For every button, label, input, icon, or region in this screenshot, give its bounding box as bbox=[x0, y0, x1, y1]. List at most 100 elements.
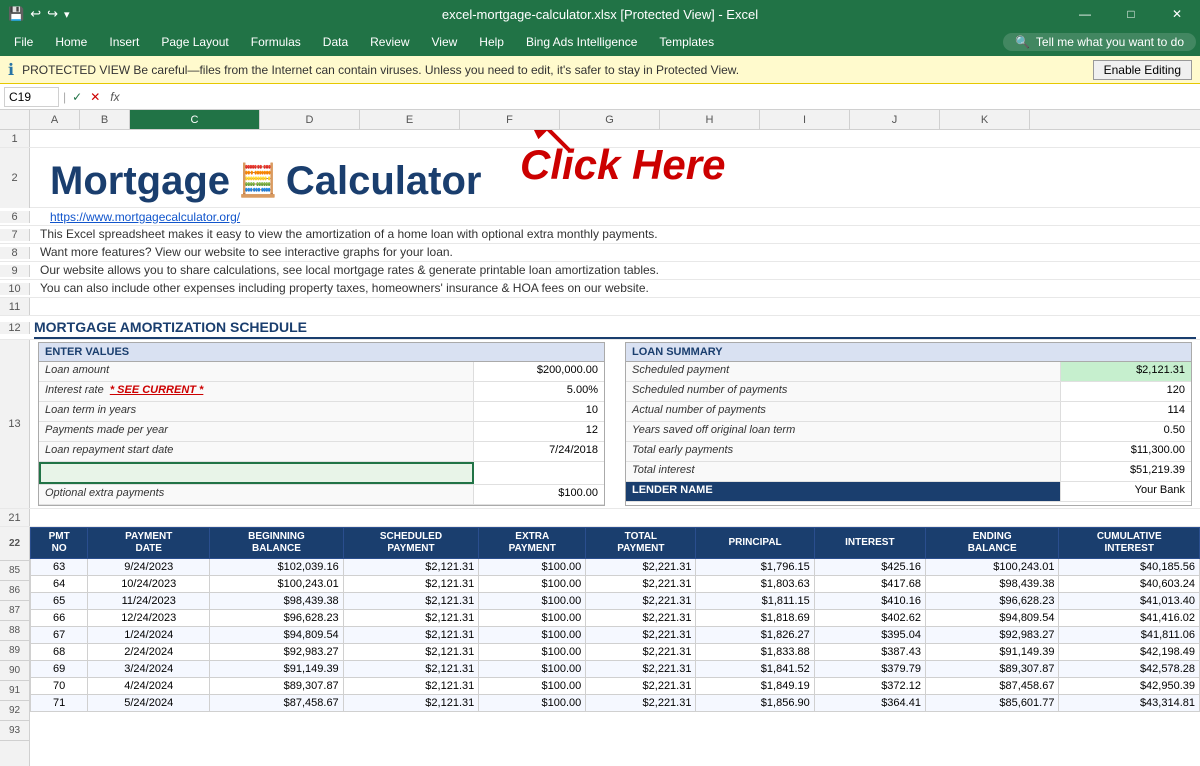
table-scroll-area[interactable]: PMTNO PAYMENTDATE BEGINNINGBALANCE SCHED… bbox=[30, 527, 1200, 766]
row-num-91: 91 bbox=[0, 681, 29, 701]
menu-file[interactable]: File bbox=[4, 31, 43, 53]
table-row: 639/24/2023$102,039.16$2,121.31$100.00$2… bbox=[31, 559, 1200, 576]
col-header-i[interactable]: I bbox=[760, 110, 850, 129]
menu-insert[interactable]: Insert bbox=[99, 31, 149, 53]
payments-per-year-value[interactable]: 12 bbox=[474, 422, 604, 441]
input-cell-c19[interactable] bbox=[39, 462, 474, 484]
desc-1: This Excel spreadsheet makes it easy to … bbox=[30, 227, 658, 241]
lender-label: LENDER NAME bbox=[626, 482, 1061, 501]
table-cell: $94,809.54 bbox=[210, 627, 344, 644]
th-ending-balance: ENDINGBALANCE bbox=[925, 528, 1059, 559]
scheduled-payment-label: Scheduled payment bbox=[626, 362, 1061, 381]
table-cell: $1,811.15 bbox=[696, 593, 814, 610]
col-header-d[interactable]: D bbox=[260, 110, 360, 129]
lender-value[interactable]: Your Bank bbox=[1061, 482, 1191, 501]
table-cell: $100.00 bbox=[479, 610, 586, 627]
menu-page-layout[interactable]: Page Layout bbox=[151, 31, 238, 53]
table-cell: $2,221.31 bbox=[586, 627, 696, 644]
row-12: 12 MORTGAGE AMORTIZATION SCHEDULE bbox=[0, 316, 1200, 340]
loan-summary-header: LOAN SUMMARY bbox=[626, 343, 1191, 362]
interest-rate-value[interactable]: 5.00% bbox=[474, 382, 604, 401]
table-cell: $1,796.15 bbox=[696, 559, 814, 576]
col-header-g[interactable]: G bbox=[560, 110, 660, 129]
col-header-e[interactable]: E bbox=[360, 110, 460, 129]
col-header-c[interactable]: C bbox=[130, 110, 260, 129]
table-cell: $40,603.24 bbox=[1059, 576, 1200, 593]
total-early-value: $11,300.00 bbox=[1061, 442, 1191, 461]
redo-icon[interactable]: ↪ bbox=[47, 6, 58, 22]
table-cell: $100.00 bbox=[479, 627, 586, 644]
table-cell: 9/24/2023 bbox=[88, 559, 210, 576]
loan-term-label: Loan term in years bbox=[39, 402, 474, 421]
maximize-button[interactable]: □ bbox=[1108, 0, 1154, 28]
table-cell: $2,121.31 bbox=[343, 610, 479, 627]
loan-term-value[interactable]: 10 bbox=[474, 402, 604, 421]
extra-payments-label: Optional extra payments bbox=[39, 485, 474, 504]
col-header-h[interactable]: H bbox=[660, 110, 760, 129]
extra-payments-row: Optional extra payments $100.00 bbox=[39, 485, 604, 505]
save-icon[interactable]: 💾 bbox=[8, 6, 24, 22]
table-cell: $42,578.28 bbox=[1059, 661, 1200, 678]
see-current-label[interactable]: * SEE CURRENT * bbox=[110, 384, 204, 396]
enable-editing-button[interactable]: Enable Editing bbox=[1093, 60, 1192, 80]
undo-icon[interactable]: ↩ bbox=[30, 6, 41, 22]
website-link[interactable]: https://www.mortgagecalculator.org/ bbox=[40, 210, 240, 224]
table-row: 6511/24/2023$98,439.38$2,121.31$100.00$2… bbox=[31, 593, 1200, 610]
menu-review[interactable]: Review bbox=[360, 31, 419, 53]
total-early-row: Total early payments $11,300.00 bbox=[626, 442, 1191, 462]
search-bar-text[interactable]: Tell me what you want to do bbox=[1036, 35, 1184, 49]
table-cell: $402.62 bbox=[814, 610, 925, 627]
loan-amount-value[interactable]: $200,000.00 bbox=[474, 362, 604, 381]
menu-templates[interactable]: Templates bbox=[649, 31, 724, 53]
actual-num-label: Actual number of payments bbox=[626, 402, 1061, 421]
start-date-value[interactable]: 7/24/2018 bbox=[474, 442, 604, 461]
table-row: 693/24/2024$91,149.39$2,121.31$100.00$2,… bbox=[31, 661, 1200, 678]
table-cell: $100.00 bbox=[479, 695, 586, 712]
check-icon[interactable]: ✓ bbox=[70, 90, 84, 104]
table-cell: $410.16 bbox=[814, 593, 925, 610]
table-cell: $100.00 bbox=[479, 661, 586, 678]
col-header-j[interactable]: J bbox=[850, 110, 940, 129]
minimize-button[interactable]: — bbox=[1062, 0, 1108, 28]
table-cell: $92,983.27 bbox=[925, 627, 1059, 644]
menu-data[interactable]: Data bbox=[313, 31, 358, 53]
menu-view[interactable]: View bbox=[422, 31, 468, 53]
row-num-6: 6 bbox=[0, 211, 30, 223]
table-cell: $91,149.39 bbox=[925, 644, 1059, 661]
total-interest-value: $51,219.39 bbox=[1061, 462, 1191, 481]
menu-bing-ads[interactable]: Bing Ads Intelligence bbox=[516, 31, 647, 53]
col-header-k[interactable]: K bbox=[940, 110, 1030, 129]
extra-payments-value[interactable]: $100.00 bbox=[474, 485, 604, 504]
loan-amount-label: Loan amount bbox=[39, 362, 474, 381]
row-num-9: 9 bbox=[0, 265, 30, 277]
cancel-formula-icon[interactable]: ✕ bbox=[88, 90, 102, 104]
table-cell: 64 bbox=[31, 576, 88, 593]
table-cell: $91,149.39 bbox=[210, 661, 344, 678]
table-cell: $2,121.31 bbox=[343, 559, 479, 576]
cell-reference-input[interactable] bbox=[4, 87, 59, 107]
search-icon: 🔍 bbox=[1015, 35, 1030, 49]
table-row: 671/24/2024$94,809.54$2,121.31$100.00$2,… bbox=[31, 627, 1200, 644]
scheduled-num-value: 120 bbox=[1061, 382, 1191, 401]
table-header-row: PMTNO PAYMENTDATE BEGINNINGBALANCE SCHED… bbox=[31, 528, 1200, 559]
table-cell: 11/24/2023 bbox=[88, 593, 210, 610]
table-cell: 71 bbox=[31, 695, 88, 712]
close-button[interactable]: ✕ bbox=[1154, 0, 1200, 28]
table-cell: $41,811.06 bbox=[1059, 627, 1200, 644]
amortization-table: PMTNO PAYMENTDATE BEGINNINGBALANCE SCHED… bbox=[30, 527, 1200, 712]
menu-help[interactable]: Help bbox=[469, 31, 514, 53]
table-cell: $2,221.31 bbox=[586, 661, 696, 678]
th-interest: INTEREST bbox=[814, 528, 925, 559]
table-cell: $94,809.54 bbox=[925, 610, 1059, 627]
years-saved-row: Years saved off original loan term 0.50 bbox=[626, 422, 1191, 442]
table-cell: 66 bbox=[31, 610, 88, 627]
table-cell: $42,198.49 bbox=[1059, 644, 1200, 661]
row-num-10: 10 bbox=[0, 283, 30, 295]
table-cell: $1,833.88 bbox=[696, 644, 814, 661]
table-cell: $1,826.27 bbox=[696, 627, 814, 644]
menu-home[interactable]: Home bbox=[45, 31, 97, 53]
col-header-b[interactable]: B bbox=[80, 110, 130, 129]
menu-formulas[interactable]: Formulas bbox=[241, 31, 311, 53]
col-header-a[interactable]: A bbox=[30, 110, 80, 129]
col-header-f[interactable]: F bbox=[460, 110, 560, 129]
